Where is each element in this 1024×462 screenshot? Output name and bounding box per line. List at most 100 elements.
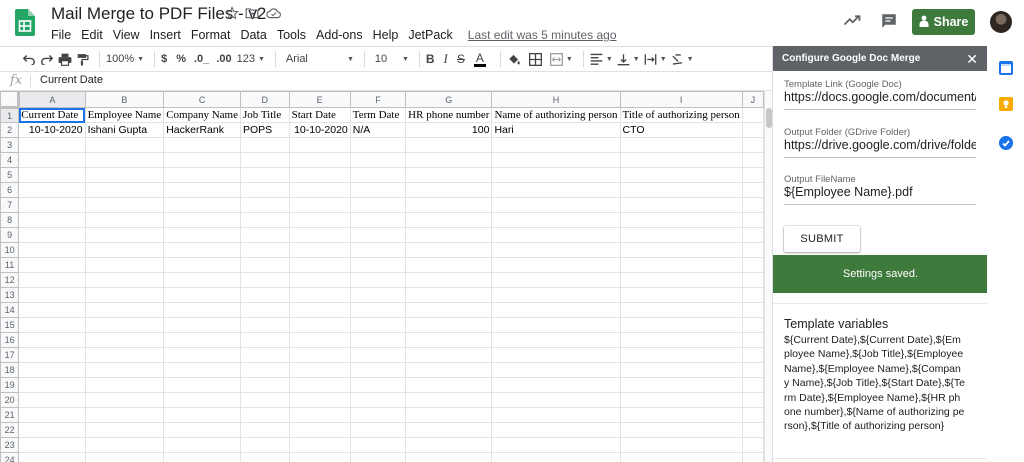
grid-cell[interactable] [240, 182, 290, 198]
grid-cell[interactable] [84, 332, 165, 348]
grid-cell[interactable] [491, 392, 621, 408]
grid-cell[interactable] [163, 392, 241, 408]
grid-cell[interactable] [491, 137, 621, 153]
grid-cell[interactable] [240, 317, 290, 333]
grid-cell[interactable] [491, 407, 621, 423]
grid-cell[interactable] [240, 362, 290, 378]
grid-cell[interactable] [405, 347, 493, 363]
grid-cell[interactable] [349, 332, 407, 348]
grid-cell[interactable] [619, 197, 743, 213]
cloud-saved-icon[interactable] [266, 6, 282, 22]
grid-cell[interactable] [741, 137, 764, 153]
grid-cell[interactable]: CTO [619, 122, 743, 138]
grid-cell[interactable] [405, 362, 493, 378]
grid-cell[interactable] [18, 152, 86, 168]
column-header[interactable]: A [18, 91, 86, 108]
grid-cell[interactable] [349, 302, 407, 318]
grid-cell[interactable] [240, 197, 290, 213]
grid-cell[interactable] [619, 317, 743, 333]
grid-cell[interactable] [619, 242, 743, 258]
column-header[interactable]: B [84, 91, 165, 108]
grid-cell[interactable] [163, 167, 241, 183]
grid-cell[interactable] [84, 137, 165, 153]
grid-cell[interactable] [18, 407, 86, 423]
column-header[interactable]: C [163, 91, 241, 108]
grid-cell[interactable] [741, 287, 764, 303]
grid-cell[interactable] [349, 182, 407, 198]
strikethrough-button[interactable]: S [457, 49, 465, 69]
row-header[interactable]: 21 [0, 407, 20, 423]
column-header[interactable]: H [491, 91, 621, 108]
grid-cell[interactable] [288, 272, 351, 288]
column-header[interactable]: F [349, 91, 407, 108]
grid-cell[interactable] [84, 272, 165, 288]
grid-cell[interactable] [240, 287, 290, 303]
grid-cell[interactable] [619, 392, 743, 408]
italic-button[interactable]: I [444, 49, 448, 69]
grid-cell[interactable] [741, 197, 764, 213]
grid-cell[interactable] [349, 227, 407, 243]
grid-cell[interactable] [18, 272, 86, 288]
row-header[interactable]: 2 [0, 122, 20, 138]
grid-cell[interactable] [741, 182, 764, 198]
row-header[interactable]: 23 [0, 437, 20, 453]
grid-cell[interactable] [741, 107, 764, 123]
grid-cell[interactable] [619, 302, 743, 318]
grid-cell[interactable] [405, 287, 493, 303]
grid-cell[interactable] [163, 242, 241, 258]
grid-cell[interactable] [619, 287, 743, 303]
menu-add-ons[interactable]: Add-ons [311, 28, 368, 42]
grid-cell[interactable] [349, 197, 407, 213]
grid-cell[interactable] [288, 152, 351, 168]
menu-insert[interactable]: Insert [145, 28, 186, 42]
grid-cell[interactable] [741, 362, 764, 378]
spreadsheet-grid[interactable]: A B C D E F G H I J 1 Current Date Emplo… [0, 91, 764, 462]
grid-cell[interactable] [491, 167, 621, 183]
grid-cell[interactable] [84, 287, 165, 303]
grid-cell[interactable] [288, 212, 351, 228]
row-header[interactable]: 4 [0, 152, 20, 168]
grid-cell[interactable] [288, 137, 351, 153]
grid-cell[interactable] [619, 407, 743, 423]
grid-cell[interactable] [240, 212, 290, 228]
grid-cell[interactable] [163, 347, 241, 363]
grid-cell[interactable] [491, 362, 621, 378]
grid-cell[interactable] [491, 437, 621, 453]
grid-cell[interactable] [405, 182, 493, 198]
grid-cell[interactable] [619, 422, 743, 438]
last-edit-link[interactable]: Last edit was 5 minutes ago [468, 28, 617, 42]
share-button[interactable]: Share [912, 9, 975, 35]
activity-trend-icon[interactable] [843, 13, 861, 32]
grid-cell[interactable] [288, 452, 351, 462]
grid-cell[interactable] [349, 422, 407, 438]
vertical-align-icon[interactable]: ▼ [617, 49, 640, 69]
grid-cell[interactable] [619, 167, 743, 183]
grid-cell[interactable] [349, 452, 407, 462]
grid-cell[interactable] [405, 242, 493, 258]
vertical-scrollbar[interactable] [764, 91, 772, 462]
grid-cell[interactable] [741, 437, 764, 453]
grid-cell[interactable]: HackerRank [163, 122, 241, 138]
grid-cell[interactable] [163, 317, 241, 333]
text-rotation-icon[interactable]: ▼ [671, 49, 694, 69]
grid-cell[interactable] [741, 212, 764, 228]
grid-cell[interactable] [491, 182, 621, 198]
grid-cell[interactable] [18, 212, 86, 228]
grid-cell[interactable] [349, 392, 407, 408]
grid-cell[interactable] [18, 182, 86, 198]
grid-cell[interactable] [288, 422, 351, 438]
grid-cell[interactable] [163, 152, 241, 168]
grid-cell[interactable] [491, 152, 621, 168]
grid-cell[interactable] [163, 287, 241, 303]
grid-cell[interactable] [619, 152, 743, 168]
grid-cell[interactable] [491, 317, 621, 333]
grid-cell[interactable] [405, 377, 493, 393]
grid-cell[interactable] [84, 452, 165, 462]
grid-cell[interactable] [349, 287, 407, 303]
grid-cell[interactable] [491, 422, 621, 438]
grid-cell[interactable]: Ishani Gupta [84, 122, 165, 138]
grid-cell[interactable] [240, 332, 290, 348]
row-header[interactable]: 9 [0, 227, 20, 243]
row-header[interactable]: 19 [0, 377, 20, 393]
grid-cell[interactable] [163, 272, 241, 288]
